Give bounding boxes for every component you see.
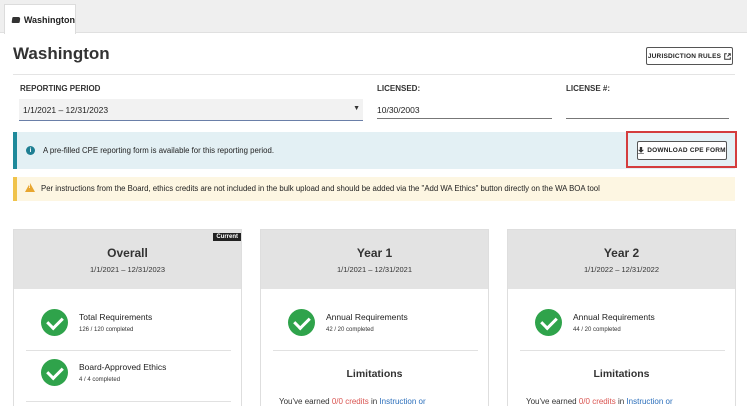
- card-header: Current Overall 1/1/2021 – 12/31/2023: [14, 230, 241, 289]
- card-year-2: Year 2 1/1/2022 – 12/31/2022 Annual Requ…: [507, 229, 736, 406]
- requirement-progress: 42 / 20 completed: [326, 327, 374, 333]
- limit-credit-value: 0/0 credits: [578, 397, 616, 406]
- limit-category-link[interactable]: Instruction or: [379, 397, 425, 406]
- card-header: Year 2 1/1/2022 – 12/31/2022: [508, 230, 735, 289]
- dropdown-arrow-icon: ▼: [353, 105, 360, 112]
- card-title: Year 1: [356, 246, 393, 260]
- licensed-value: 10/30/2003: [377, 105, 420, 115]
- tab-label: Washington: [23, 14, 75, 25]
- card-dates: 1/1/2021 – 12/31/2023: [89, 265, 166, 274]
- download-icon: [638, 147, 645, 154]
- card-overall: Current Overall 1/1/2021 – 12/31/2023 To…: [13, 229, 242, 406]
- state-map-icon: [11, 16, 21, 23]
- requirement-title: Annual Requirements: [326, 312, 408, 322]
- check-circle-icon: [41, 309, 68, 336]
- page-title: Washington: [13, 44, 110, 63]
- card-year-1: Year 1 1/1/2021 – 12/31/2021 Annual Requ…: [260, 229, 489, 406]
- license-number-field[interactable]: [566, 99, 729, 119]
- card-divider: [520, 350, 725, 351]
- limit-credit-value: 0/0 credits: [331, 397, 369, 406]
- card-title: Year 2: [603, 246, 640, 260]
- jurisdiction-rules-button[interactable]: JURISDICTION RULES: [646, 47, 733, 65]
- reporting-period-select[interactable]: 1/1/2021 – 12/31/2023 ▼: [19, 99, 363, 121]
- licensed-field[interactable]: 10/30/2003: [377, 99, 552, 119]
- info-icon: i: [26, 146, 35, 155]
- requirement-title: Total Requirements: [79, 312, 153, 322]
- download-cpe-form-label: DOWNLOAD CPE FORM: [647, 147, 726, 154]
- warning-icon: !: [25, 183, 35, 192]
- external-link-icon: [724, 52, 731, 60]
- reporting-period-value: 1/1/2021 – 12/31/2023: [23, 105, 109, 115]
- limit-mid: in: [368, 397, 380, 406]
- card-dates: 1/1/2022 – 12/31/2022: [583, 265, 660, 274]
- ethics-warning-banner: ! Per instructions from the Board, ethic…: [13, 177, 735, 201]
- requirement-title: Board-Approved Ethics: [79, 362, 167, 372]
- requirement-ethics: Board-Approved Ethics 4 / 4 completed: [41, 359, 231, 393]
- card-header: Year 1 1/1/2021 – 12/31/2021: [261, 230, 488, 289]
- requirement-annual: Annual Requirements 42 / 20 completed: [288, 309, 478, 343]
- card-divider: [26, 350, 231, 351]
- jurisdiction-rules-label: JURISDICTION RULES: [647, 52, 722, 60]
- tab-washington[interactable]: Washington: [4, 4, 76, 34]
- card-title: Overall: [107, 246, 148, 260]
- current-badge: Current: [213, 233, 241, 241]
- requirement-progress: 126 / 120 completed: [79, 327, 134, 333]
- limit-prefix: You've earned: [526, 397, 579, 406]
- limitations-text: You've earned 0/0 credits in Instruction…: [526, 397, 673, 406]
- card-divider: [273, 350, 478, 351]
- licensed-label: LICENSED:: [377, 84, 421, 93]
- info-banner-text: A pre-filled CPE reporting form is avail…: [43, 146, 274, 155]
- check-circle-icon: [288, 309, 315, 336]
- limitations-title: Limitations: [346, 368, 403, 380]
- card-dates: 1/1/2021 – 12/31/2021: [336, 265, 413, 274]
- reporting-period-label: REPORTING PERIOD: [20, 84, 101, 93]
- limitations-title: Limitations: [593, 368, 650, 380]
- tab-bar: Washington: [0, 0, 747, 34]
- requirement-progress: 4 / 4 completed: [79, 377, 121, 383]
- requirement-title: Annual Requirements: [573, 312, 655, 322]
- requirement-total: Total Requirements 126 / 120 completed: [41, 309, 231, 343]
- download-cpe-form-button[interactable]: DOWNLOAD CPE FORM: [637, 141, 727, 160]
- check-circle-icon: [41, 359, 68, 386]
- warning-banner-text: Per instructions from the Board, ethics …: [41, 184, 600, 193]
- check-circle-icon: [535, 309, 562, 336]
- limit-category-link[interactable]: Instruction or: [626, 397, 672, 406]
- license-number-label: LICENSE #:: [566, 84, 611, 93]
- limit-mid: in: [615, 397, 627, 406]
- requirement-progress: 44 / 20 completed: [573, 327, 621, 333]
- card-divider: [26, 401, 231, 402]
- limitations-text: You've earned 0/0 credits in Instruction…: [279, 397, 426, 406]
- limit-prefix: You've earned: [279, 397, 332, 406]
- requirement-annual: Annual Requirements 44 / 20 completed: [535, 309, 725, 343]
- header-divider: [13, 74, 735, 75]
